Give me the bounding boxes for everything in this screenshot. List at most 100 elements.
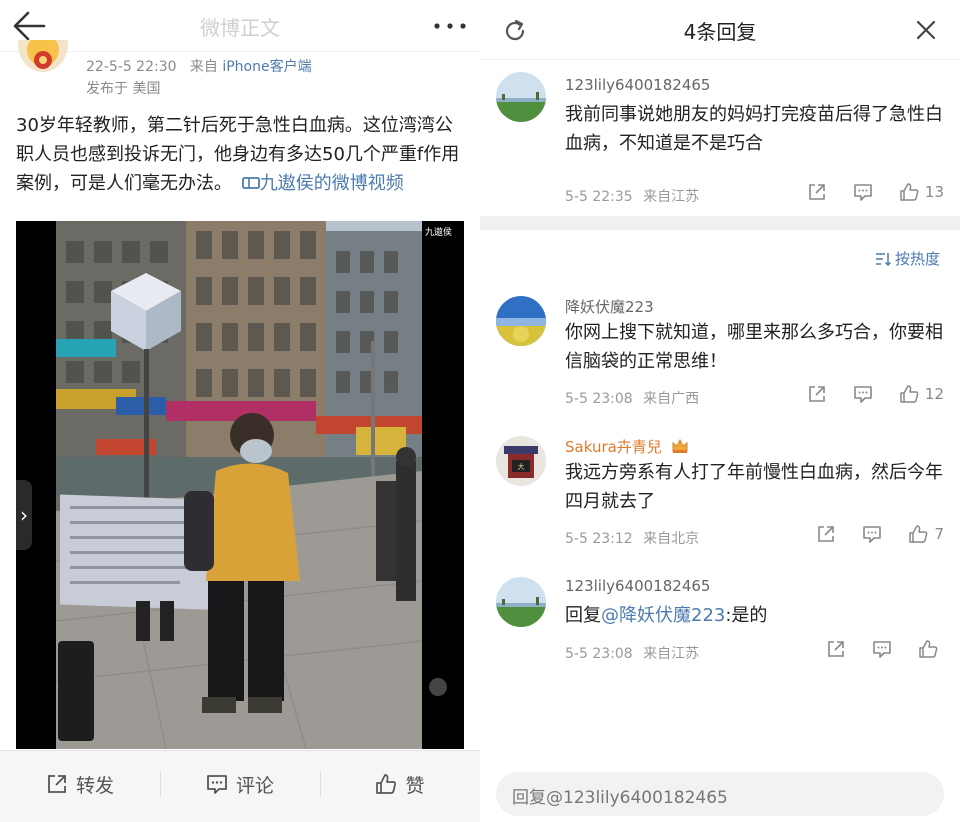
replies-pane: 4条回复 123lily6400182465 我前同事说她朋友的妈妈打完疫苗后得…: [480, 0, 960, 822]
comment-icon: [863, 526, 882, 543]
comment-text: 我前同事说她朋友的妈妈打完疫苗后得了急性白血病，不知道是不是巧合: [565, 104, 943, 154]
post-meta: 22-5-5 22:30 来自 iPhone客户端 发布于 美国: [86, 56, 312, 100]
source-prefix: 来自: [189, 59, 218, 75]
thumbs-up-icon: [900, 385, 919, 403]
share-button[interactable]: [816, 524, 836, 544]
like-button[interactable]: 赞: [320, 751, 480, 817]
svg-text:大: 大: [518, 462, 525, 471]
comment-time: 5-5 23:08: [565, 391, 633, 407]
replies-title: 4条回复: [683, 20, 757, 44]
comment-time: 5-5 22:35: [565, 189, 633, 205]
post-action-bar: 转发 评论 赞: [0, 750, 480, 822]
comment-username[interactable]: 123lily6400182465: [565, 577, 710, 595]
comment-username[interactable]: 123lily6400182465: [565, 76, 710, 94]
like-count: 7: [934, 525, 944, 543]
like-label: 赞: [405, 774, 425, 797]
share-button[interactable]: [826, 639, 846, 659]
comment-location: 来自江苏: [643, 646, 700, 662]
post-header: 微博正文: [0, 0, 480, 52]
comment-actions: 7: [790, 524, 944, 544]
video-link[interactable]: 九遨侯的微博视频: [238, 173, 404, 194]
thumbs-up-icon: [376, 774, 397, 794]
share-icon: [828, 641, 844, 657]
sort-label: 按热度: [894, 250, 940, 268]
comment-meta: 5-5 23:12 来自北京: [565, 528, 699, 548]
like-button[interactable]: 7: [908, 524, 944, 544]
share-icon: [818, 526, 835, 542]
comment-icon: [854, 386, 872, 403]
video-watermark: 九遨侯: [425, 226, 452, 238]
post-location: 发布于 美国: [86, 81, 161, 97]
comment-time: 5-5 23:08: [565, 646, 633, 662]
reply-button[interactable]: [862, 524, 882, 544]
avatar[interactable]: [496, 296, 546, 346]
author-avatar[interactable]: [18, 40, 68, 76]
comment-icon: [207, 775, 227, 794]
comment-icon: [854, 184, 872, 201]
comment-actions: [800, 639, 944, 659]
comment-icon: [873, 641, 891, 658]
reply-button[interactable]: [872, 639, 892, 659]
like-count: 12: [924, 385, 944, 403]
share-button[interactable]: [807, 384, 827, 404]
comment-meta: 5-5 22:35 来自江苏: [565, 186, 699, 206]
comment-location: 来自江苏: [643, 189, 700, 205]
post-body: 30岁年轻教师，第二针后死于急性白血病。这位湾湾公职人员也感到投诉无门，他身边有…: [16, 111, 466, 198]
comment-meta: 5-5 23:08 来自江苏: [565, 643, 699, 663]
page-title: 微博正文: [200, 16, 280, 40]
reply-button[interactable]: [853, 384, 873, 404]
video-expand-handle[interactable]: ›: [16, 480, 32, 550]
reply-input[interactable]: 回复@123lily6400182465: [496, 772, 944, 816]
thumbs-up-icon: [909, 525, 928, 543]
section-divider: [480, 216, 960, 230]
like-button[interactable]: [918, 639, 944, 659]
reply-text: :是的: [725, 605, 768, 626]
reply-placeholder: 回复@123lily6400182465: [512, 788, 728, 808]
replies-header: 4条回复: [480, 0, 960, 60]
comment-meta: 5-5 23:08 来自广西: [565, 388, 699, 408]
video-frame: 九遨侯: [16, 221, 464, 749]
reply-button[interactable]: [853, 182, 873, 202]
thumbs-up-icon: [919, 640, 938, 658]
comment-location: 来自北京: [643, 531, 700, 547]
like-count: 13: [924, 183, 944, 201]
like-button[interactable]: 13: [899, 182, 944, 202]
comment-username[interactable]: 降妖伏魔223: [565, 296, 654, 317]
more-dots-icon[interactable]: [432, 18, 468, 34]
avatar[interactable]: [496, 577, 546, 627]
share-icon: [809, 184, 825, 200]
sort-icon: [875, 252, 891, 266]
video-icon: [241, 177, 260, 189]
share-icon: [48, 775, 66, 793]
comment-username-text: Sakura卉青兒: [565, 438, 662, 456]
comment-time: 5-5 23:12: [565, 531, 633, 547]
like-button[interactable]: 12: [899, 384, 944, 404]
comment-text: 你网上搜下就知道，哪里来那么多巧合，你要相信脑袋的正常思维！: [565, 322, 943, 372]
close-icon[interactable]: [914, 18, 938, 42]
comment-actions: 12: [781, 384, 944, 404]
mention-link[interactable]: @降妖伏魔223: [601, 605, 725, 626]
post-date: 22-5-5 22:30: [86, 59, 177, 75]
sort-toggle[interactable]: 按热度: [875, 248, 940, 269]
thumbs-up-icon: [900, 183, 919, 201]
repost-label: 转发: [75, 774, 114, 797]
video-player[interactable]: 九遨侯: [16, 221, 464, 749]
repost-button[interactable]: 转发: [0, 751, 160, 817]
avatar[interactable]: [496, 72, 546, 122]
comment-button[interactable]: 评论: [160, 751, 320, 817]
comment-actions: 13: [781, 182, 944, 202]
video-link-label: 九遨侯的微博视频: [259, 173, 404, 194]
comment-text: 回复@降妖伏魔223:是的: [565, 601, 945, 630]
share-button[interactable]: [807, 182, 827, 202]
comment-label: 评论: [235, 774, 274, 797]
avatar[interactable]: 大: [496, 436, 546, 486]
source-link[interactable]: iPhone客户端: [222, 59, 311, 75]
post-detail-pane: 微博正文 22-5-5 22:30 来自 iPhone客户端 发布于 美国 30…: [0, 0, 480, 822]
comment-text: 我远方旁系有人打了年前慢性白血病，然后今年四月就去了: [565, 462, 943, 512]
crown-icon: [672, 438, 688, 453]
reply-prefix: 回复: [565, 605, 601, 626]
share-icon: [809, 386, 825, 402]
comment-location: 来自广西: [643, 391, 700, 407]
comment-username[interactable]: Sakura卉青兒: [565, 436, 689, 457]
screen: 微博正文 22-5-5 22:30 来自 iPhone客户端 发布于 美国 30…: [0, 0, 960, 822]
